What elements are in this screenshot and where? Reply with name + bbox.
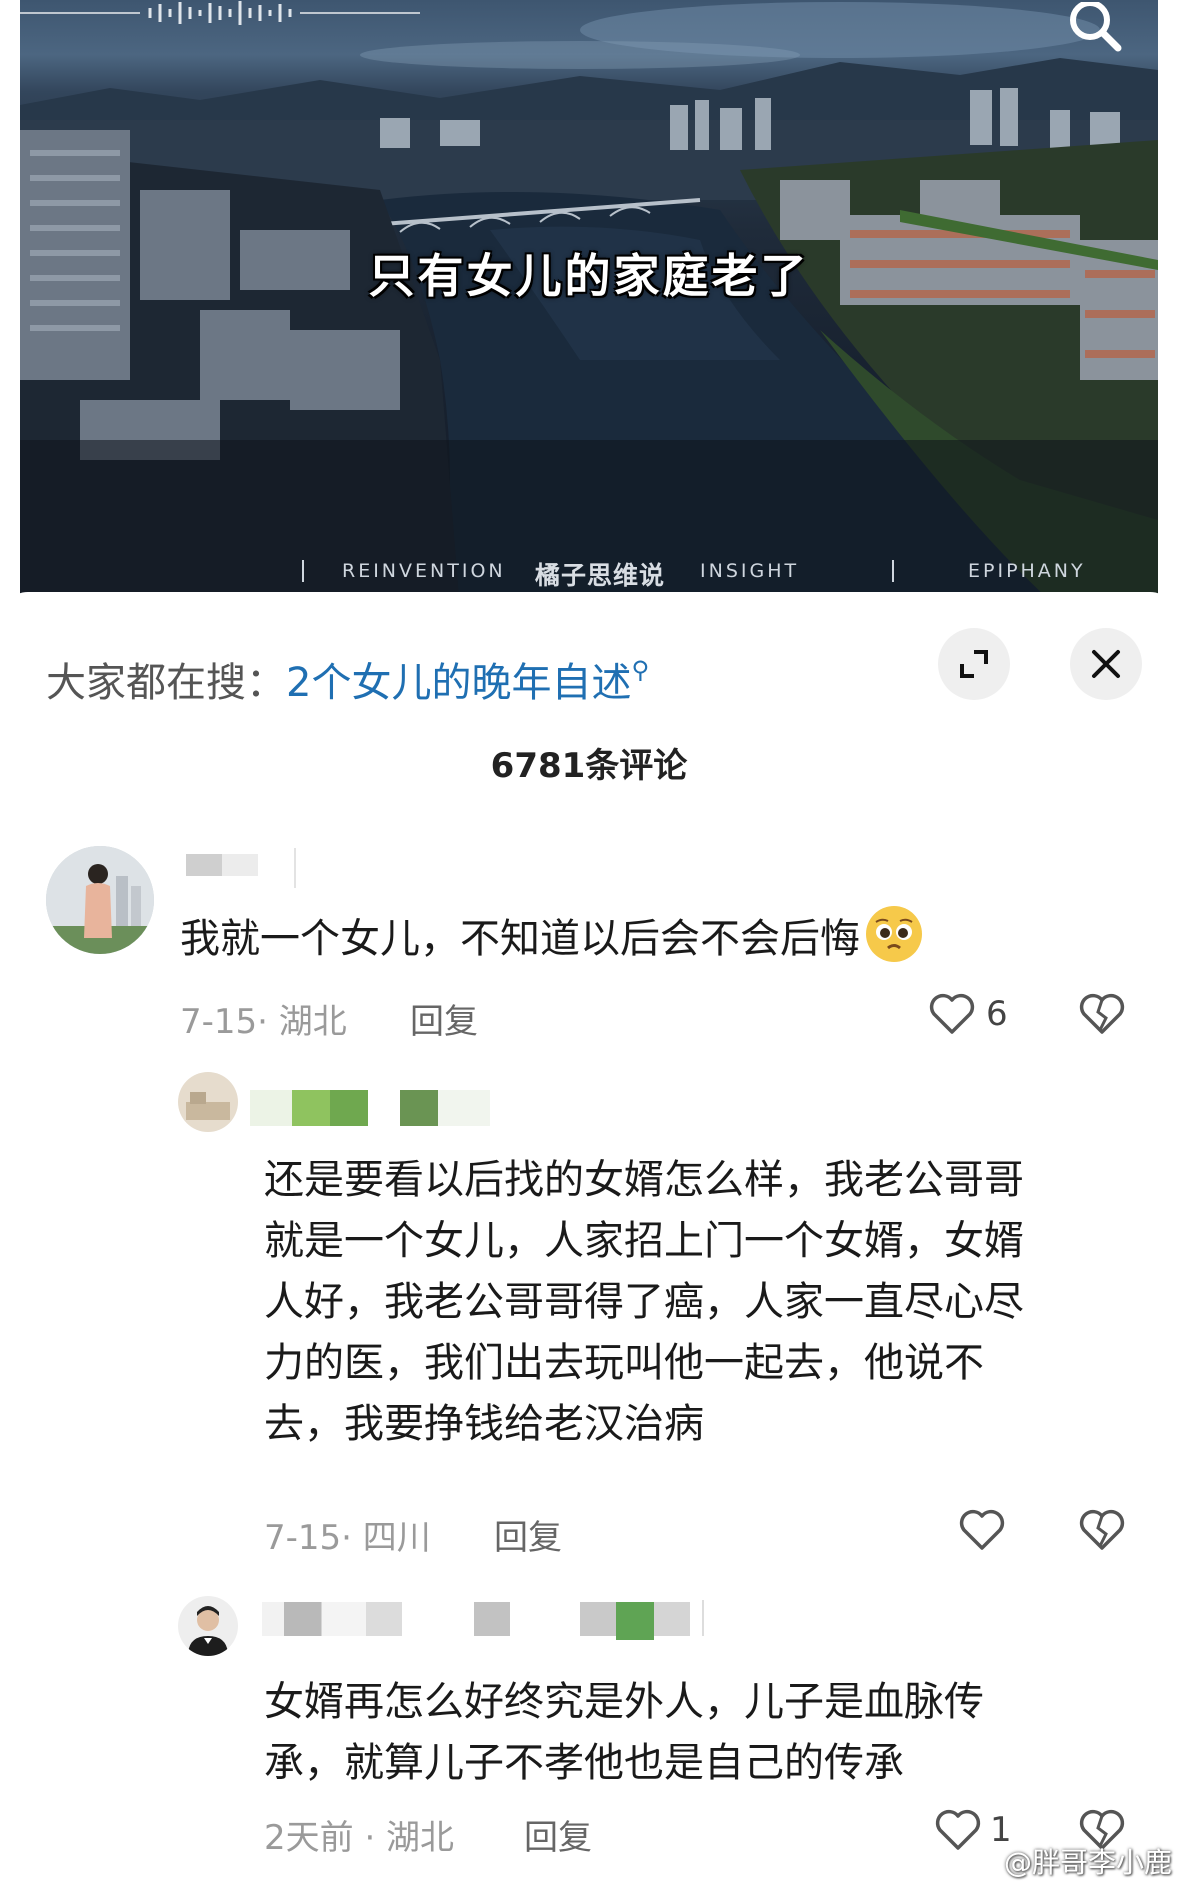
username-redacted <box>702 1600 704 1636</box>
like-icon[interactable] <box>928 992 976 1036</box>
comment-meta: 7-15· 四川 <box>264 1518 431 1558</box>
avatar[interactable] <box>178 1072 238 1132</box>
small-search-icon: ⚲ <box>631 656 650 684</box>
comment-line: 力的医，我们出去玩叫他一起去，他说不 <box>264 1340 984 1386</box>
comment-text: 还是要看以后找的女婿怎么样，我老公哥哥 就是一个女儿，人家招上门一个女婿，女婿 … <box>264 1150 1024 1455</box>
avatar-image <box>46 846 154 954</box>
username-redacted <box>400 1090 438 1126</box>
close-button[interactable] <box>1070 628 1142 700</box>
comment-line: 还是要看以后找的女婿怎么样，我老公哥哥 <box>264 1157 1024 1203</box>
comment-sheet: 大家都在搜：2个女儿的晚年自述⚲ 6781条评论 我就一个女儿，不知道以后会不会… <box>0 592 1178 1887</box>
username-redacted <box>580 1602 616 1636</box>
search-icon <box>1070 2 1122 52</box>
avatar-image <box>178 1072 238 1132</box>
username-redacted <box>474 1602 510 1636</box>
search-suggestion[interactable]: 大家都在搜：2个女儿的晚年自述⚲ <box>46 650 649 708</box>
username-redacted <box>262 1602 372 1636</box>
brand-divider <box>302 560 304 582</box>
video-player[interactable]: 只有女儿的家庭老了 REINVENTION 橘子思维说 INSIGHT EPIP… <box>20 0 1158 610</box>
like-count: 6 <box>986 994 1008 1034</box>
comment-text: 女婿再怎么好终究是外人，儿子是血脉传 承，就算儿子不孝他也是自己的传承 <box>264 1672 984 1794</box>
comment-meta: 2天前 · 湖北 <box>264 1818 455 1858</box>
dislike-icon[interactable] <box>1078 1508 1126 1552</box>
close-icon <box>1092 650 1120 678</box>
comment-meta: 7-15· 湖北 <box>180 1002 347 1042</box>
avatar[interactable] <box>178 1596 238 1656</box>
comment-count: 6781条评论 <box>490 746 688 786</box>
suggestion-prefix: 大家都在搜： <box>46 660 286 706</box>
watermark: @胖哥李小鹿 <box>1003 1846 1172 1879</box>
brand-insight: INSIGHT <box>700 560 800 582</box>
comment-body: 我就一个女儿，不知道以后会不会后悔 <box>180 916 860 962</box>
username-redacted <box>186 854 258 876</box>
username-redacted <box>330 1090 368 1126</box>
avatar[interactable] <box>46 846 154 954</box>
like-icon[interactable] <box>958 1508 1006 1552</box>
audio-waveform <box>20 1 420 25</box>
username-redacted <box>250 1090 292 1126</box>
reply-button[interactable]: 回复 <box>410 994 478 1043</box>
comment-text: 我就一个女儿，不知道以后会不会后悔 <box>180 904 924 964</box>
brand-epiphany: EPIPHANY <box>968 560 1086 582</box>
avatar-image <box>178 1596 238 1656</box>
expand-button[interactable] <box>938 628 1010 700</box>
expand-icon <box>960 650 988 678</box>
search-button[interactable] <box>1060 2 1130 58</box>
comment-line: 承，就算儿子不孝他也是自己的传承 <box>264 1740 904 1786</box>
reply-button[interactable]: 回复 <box>524 1810 592 1859</box>
comment-line: 人好，我老公哥哥得了癌，人家一直尽心尽 <box>264 1279 1024 1325</box>
username-redacted <box>366 1602 402 1636</box>
comment-line: 女婿再怎么好终究是外人，儿子是血脉传 <box>264 1679 984 1725</box>
brand-divider <box>892 560 894 582</box>
brand-reinvention: REINVENTION <box>342 560 506 582</box>
like-icon[interactable] <box>934 1808 982 1852</box>
brand-logo-text: 橘子思维说 <box>535 561 666 590</box>
username-redacted <box>294 848 296 888</box>
username-redacted <box>438 1090 490 1126</box>
username-redacted <box>654 1602 690 1636</box>
username-redacted <box>292 1090 330 1126</box>
comment-line: 就是一个女儿，人家招上门一个女婿，女婿 <box>264 1218 1024 1264</box>
reply-button[interactable]: 回复 <box>494 1510 562 1559</box>
dislike-icon[interactable] <box>1078 992 1126 1036</box>
comment-line: 去，我要挣钱给老汉治病 <box>264 1401 704 1447</box>
username-redacted <box>616 1602 654 1640</box>
suggestion-query[interactable]: 2个女儿的晚年自述 <box>286 660 631 706</box>
pleading-face-icon <box>866 906 922 962</box>
video-caption: 只有女儿的家庭老了 <box>368 249 810 303</box>
